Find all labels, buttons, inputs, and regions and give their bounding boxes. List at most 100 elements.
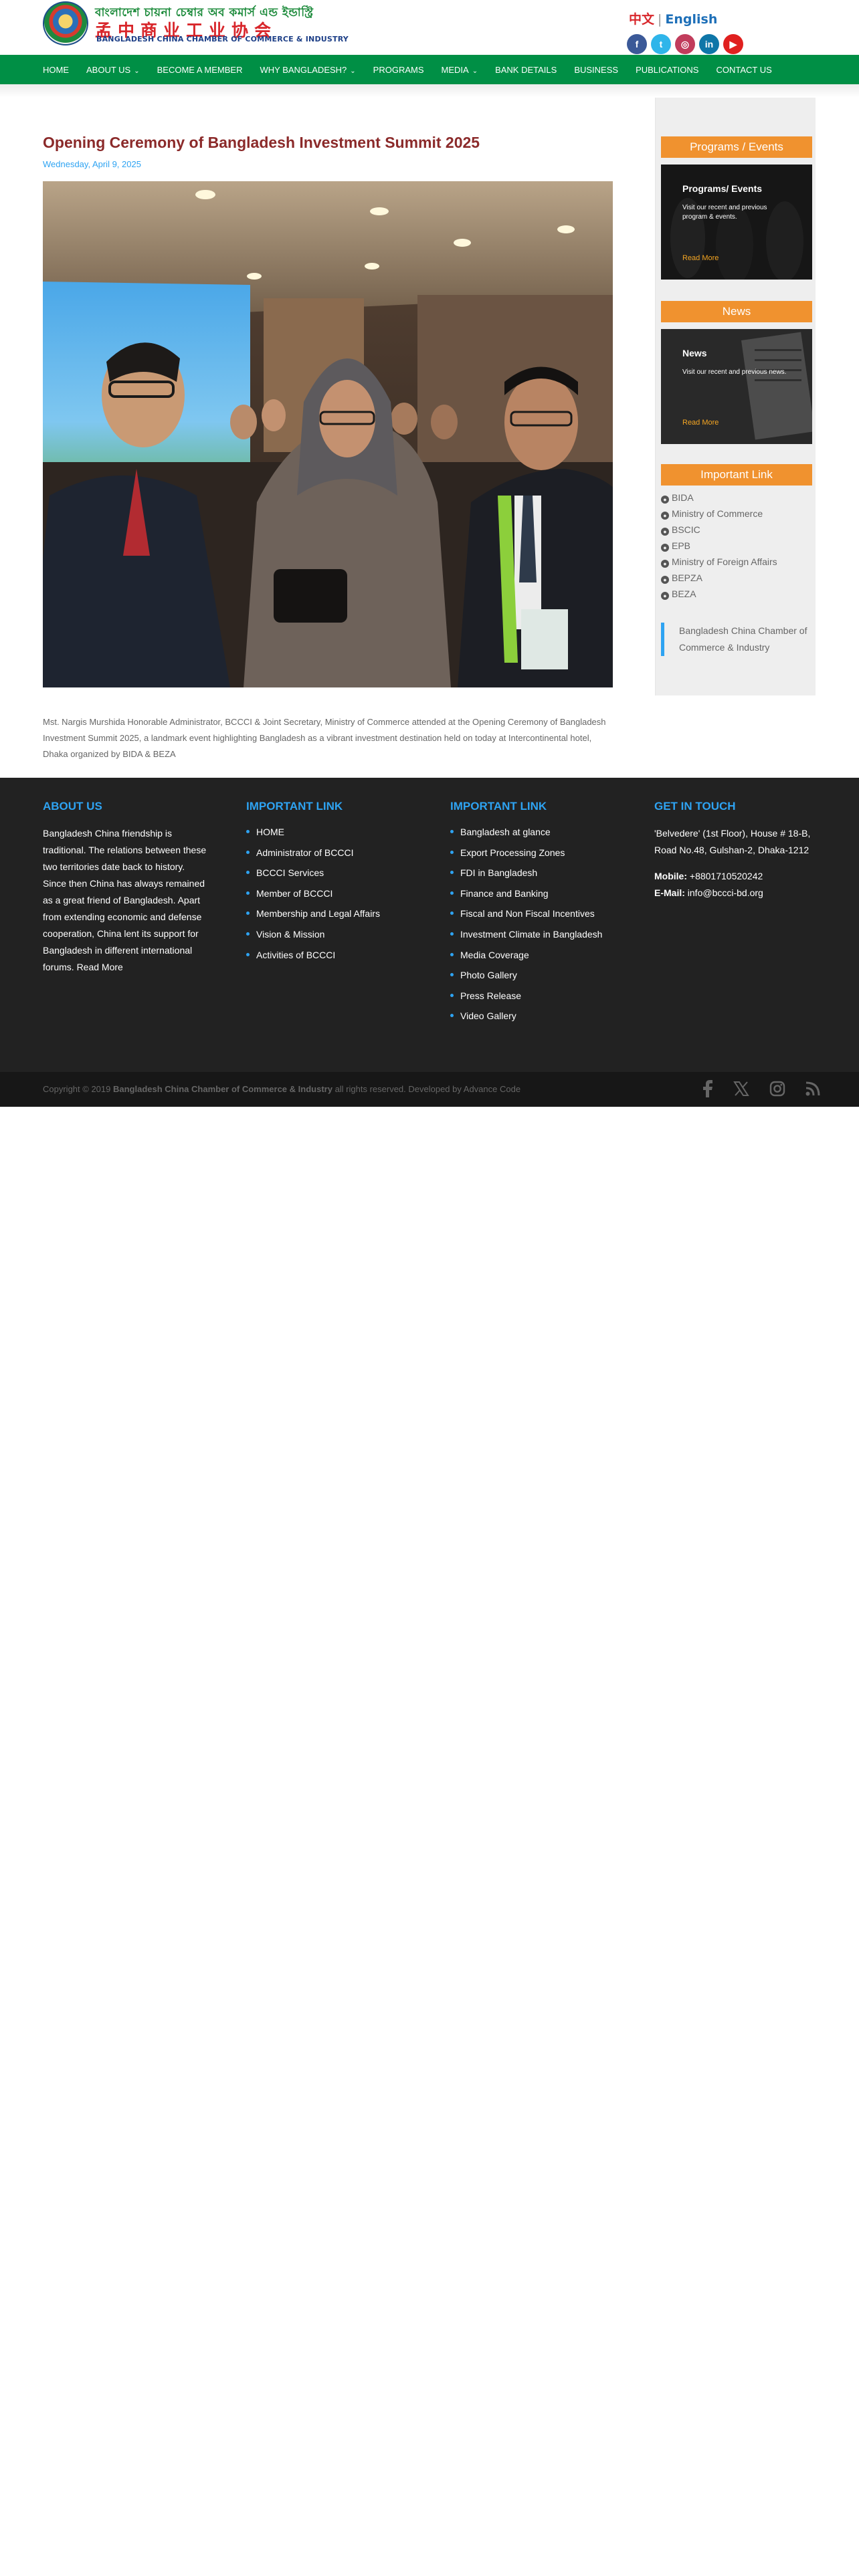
nav-item-bank-details[interactable]: BANK DETAILS <box>495 65 557 75</box>
nav-item-become-a-member[interactable]: BECOME A MEMBER <box>157 65 243 75</box>
globe-icon: ● <box>661 544 669 552</box>
nav-item-label: PUBLICATIONS <box>636 64 699 75</box>
footer-link-item[interactable]: Bangladesh at glance <box>450 825 617 839</box>
nav-item-label: ABOUT US <box>86 64 131 75</box>
mobile-label: Mobile: <box>654 871 687 881</box>
footer-about-text: Bangladesh China friendship is tradition… <box>43 828 207 972</box>
footer-about-heading: ABOUT US <box>43 800 102 813</box>
footer-link-item[interactable]: Member of BCCCI <box>246 887 413 900</box>
rss-icon[interactable] <box>805 1081 820 1100</box>
nav-item-media[interactable]: MEDIA ⌄ <box>442 65 478 75</box>
nav-item-label: BECOME A MEMBER <box>157 64 243 75</box>
instagram-icon[interactable]: ◎ <box>675 34 695 54</box>
important-link-item[interactable]: ● EPB <box>661 538 777 554</box>
globe-icon: ● <box>661 496 669 504</box>
important-link-item[interactable]: ● Ministry of Commerce <box>661 506 777 522</box>
footer-link-item[interactable]: HOME <box>246 825 413 839</box>
footer-link-item[interactable]: Administrator of BCCCI <box>246 846 413 859</box>
footer-social-icons <box>702 1080 820 1101</box>
footer-links-1: IMPORTANT LINK HOME Administrator of BCCC… <box>246 800 413 968</box>
programs-card-background <box>661 165 812 280</box>
nav-item-publications[interactable]: PUBLICATIONS <box>636 65 698 75</box>
globe-icon: ● <box>661 512 669 520</box>
footer-link-item[interactable]: Press Release <box>450 989 617 1002</box>
lang-chinese-link[interactable]: 中文 <box>629 12 654 27</box>
mobile-value[interactable]: +8801710520242 <box>690 871 763 881</box>
nav-item-label: WHY BANGLADESH? <box>260 64 347 75</box>
footer-link-item[interactable]: FDI in Bangladesh <box>450 866 617 879</box>
instagram-icon[interactable] <box>769 1081 785 1101</box>
footer-link-item[interactable]: Video Gallery <box>450 1009 617 1023</box>
twitter-icon[interactable]: t <box>651 34 671 54</box>
chevron-down-icon: ⌄ <box>350 67 356 75</box>
logo-english-text: BANGLADESH CHINA CHAMBER OF COMMERCE & I… <box>96 35 349 43</box>
news-card[interactable]: News Visit our recent and previous news.… <box>661 329 812 444</box>
important-link-label: Ministry of Foreign Affairs <box>672 556 777 567</box>
lang-english-link[interactable]: English <box>665 12 717 27</box>
globe-icon: ● <box>661 528 669 536</box>
programs-card-subtitle: Visit our recent and previous program & … <box>682 204 767 221</box>
footer-link-item[interactable]: Media Coverage <box>450 948 617 962</box>
nav-item-label: PROGRAMS <box>373 64 424 75</box>
programs-card-title: Programs/ Events <box>682 183 763 194</box>
important-link-item[interactable]: ● BEZA <box>661 586 777 602</box>
post-date: Wednesday, April 9, 2025 <box>43 159 141 169</box>
main-nav: HOME ABOUT US ⌄ BECOME A MEMBER WHY BANGLADE… <box>0 55 859 84</box>
nav-item-programs[interactable]: PROGRAMS <box>373 65 424 75</box>
important-link-item[interactable]: ● Ministry of Foreign Affairs <box>661 554 777 570</box>
nav-item-business[interactable]: BUSINESS <box>574 65 618 75</box>
important-link-label: EPB <box>672 540 691 551</box>
footer-link-item[interactable]: Fiscal and Non Fiscal Incentives <box>450 907 617 920</box>
site-footer: ABOUT US Bangladesh China friendship is … <box>0 778 859 1072</box>
footer-mobile: Mobile: +8801710520242 <box>654 868 818 885</box>
footer-link-item[interactable]: Investment Climate in Bangladesh <box>450 928 617 941</box>
footer-link-item[interactable]: BCCCI Services <box>246 866 413 879</box>
bottom-bar: Copyright © 2019 Bangladesh China Chambe… <box>0 1072 859 1107</box>
footer-link-item[interactable]: Activities of BCCCI <box>246 948 413 962</box>
programs-heading: Programs / Events <box>661 136 812 158</box>
important-link-label: BEZA <box>672 588 696 599</box>
post-body: Mst. Nargis Murshida Honorable Administr… <box>43 717 606 759</box>
footer-links-2: IMPORTANT LINK Bangladesh at glance Expor… <box>450 800 617 1030</box>
programs-card[interactable]: Programs/ Events Visit our recent and pr… <box>661 165 812 280</box>
linkedin-icon[interactable]: in <box>699 34 719 54</box>
footer-link-item[interactable]: Photo Gallery <box>450 968 617 982</box>
news-read-more[interactable]: Read More <box>682 419 719 427</box>
nav-item-label: MEDIA <box>441 64 469 75</box>
nav-item-contact-us[interactable]: CONTACT US <box>716 65 771 75</box>
nav-item-why-bangladesh[interactable]: WHY BANGLADESH? ⌄ <box>260 65 355 75</box>
news-card-subtitle: Visit our recent and previous news. <box>682 368 787 376</box>
chevron-down-icon: ⌄ <box>134 67 140 75</box>
footer-link-item[interactable]: Vision & Mission <box>246 928 413 941</box>
nav-item-label: HOME <box>43 64 69 75</box>
important-link-item[interactable]: ● BIDA <box>661 490 777 506</box>
footer-links-2-heading: IMPORTANT LINK <box>450 800 547 813</box>
important-link-item[interactable]: ● BEPZA <box>661 570 777 586</box>
footer-link-item[interactable]: Membership and Legal Affairs <box>246 907 413 920</box>
facebook-icon[interactable]: f <box>627 34 647 54</box>
header-shadow <box>0 84 859 98</box>
footer-link-item[interactable]: Finance and Banking <box>450 887 617 900</box>
facebook-icon[interactable] <box>702 1080 713 1101</box>
x-icon[interactable] <box>733 1081 749 1101</box>
footer-about: ABOUT US Bangladesh China friendship is … <box>43 800 210 976</box>
youtube-icon[interactable]: ▶ <box>723 34 743 54</box>
footer-link-item[interactable]: Export Processing Zones <box>450 846 617 859</box>
programs-read-more[interactable]: Read More <box>682 254 719 262</box>
news-card-background <box>661 329 812 444</box>
sidebar: Programs / Events Programs/ Events Visit… <box>655 98 816 695</box>
footer-links-1-heading: IMPORTANT LINK <box>246 800 343 813</box>
nav-item-home[interactable]: HOME <box>43 65 69 75</box>
nav-item-label: BUSINESS <box>574 64 619 75</box>
important-link-label: BEPZA <box>672 572 702 583</box>
news-heading: News <box>661 301 812 322</box>
language-switcher: 中文 | English <box>629 9 717 27</box>
email-value[interactable]: info@bccci-bd.org <box>688 887 763 898</box>
important-link-heading: Important Link <box>661 464 812 486</box>
site-logo[interactable]: বাংলাদেশ চায়না চেম্বার অব কমার্স এন্ড ই… <box>43 1 349 45</box>
globe-icon: ● <box>661 592 669 600</box>
lang-separator: | <box>658 12 662 27</box>
important-link-item[interactable]: ● BSCIC <box>661 522 777 538</box>
nav-item-about-us[interactable]: ABOUT US ⌄ <box>86 65 140 75</box>
important-links-list: ● BIDA ● Ministry of Commerce ● BSCIC ● EPB ● Min… <box>661 490 777 602</box>
